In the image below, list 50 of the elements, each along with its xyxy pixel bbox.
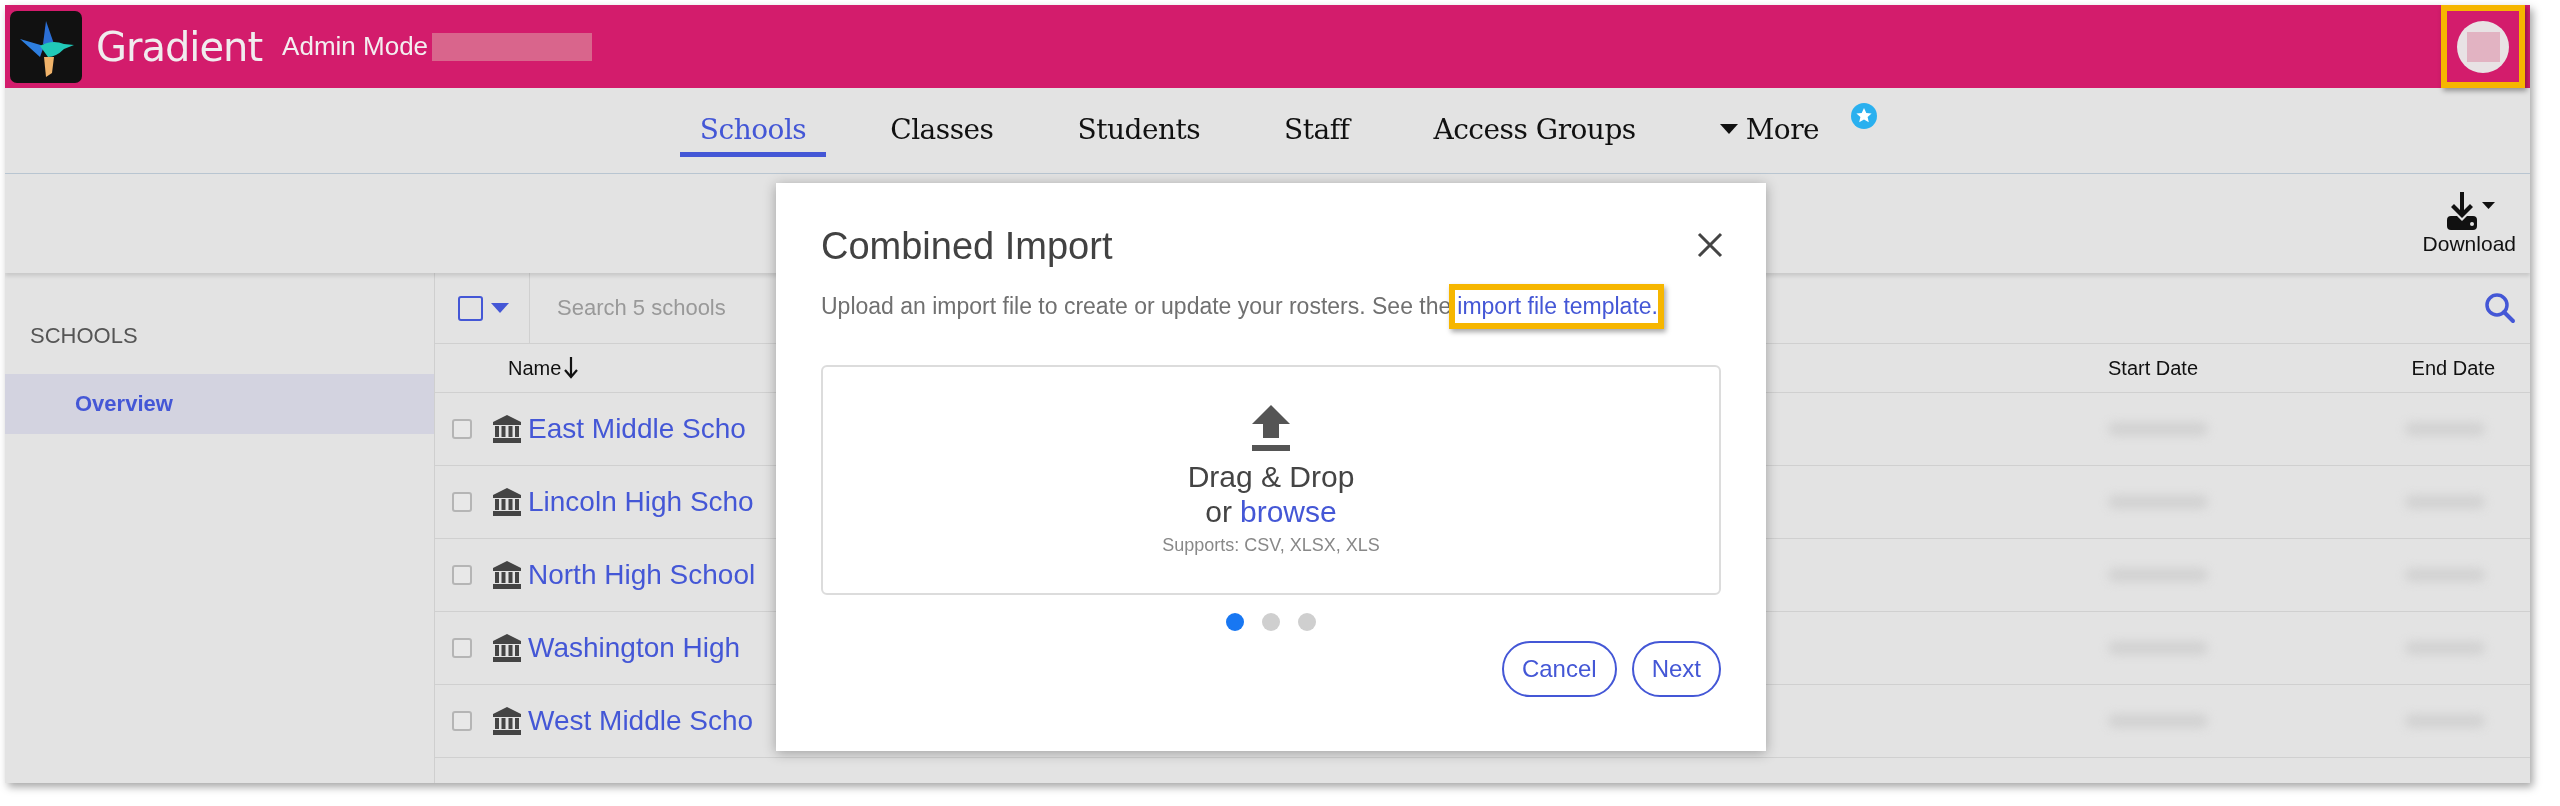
nav-tab[interactable]: Schools [679, 104, 827, 157]
cancel-button[interactable]: Cancel [1501, 641, 1617, 697]
supported-formats: Supports: CSV, XLSX, XLS [1162, 534, 1380, 556]
row-checkbox[interactable] [452, 638, 472, 658]
dialog-description: Upload an import file to create or update your rosters. See the [821, 293, 1452, 320]
download-button[interactable]: Download [2422, 191, 2516, 256]
school-link[interactable]: East Middle Scho [528, 413, 746, 445]
upload-icon [1252, 404, 1290, 451]
building-icon [492, 560, 522, 590]
close-icon [1697, 232, 1723, 258]
school-link[interactable]: West Middle Scho [528, 705, 754, 737]
next-button[interactable]: Next [1631, 641, 1721, 697]
nav-tab[interactable]: Classes [870, 104, 1014, 157]
column-header[interactable]: Name [508, 356, 562, 380]
school-link[interactable]: Washington High [528, 632, 741, 664]
mode-label: Admin Mode [282, 31, 429, 62]
nav-tab[interactable]: Students [1057, 104, 1221, 157]
row-checkbox[interactable] [452, 419, 472, 439]
drop-zone[interactable]: Drag & Drop or browse Supports: CSV, XLSX, XLS [821, 365, 1721, 595]
column-header[interactable]: End Date [2411, 356, 2495, 379]
row-checkbox[interactable] [452, 711, 472, 731]
sidebar-heading: SCHOOLS [29, 323, 139, 349]
column-header[interactable]: Start Date [2108, 356, 2199, 379]
building-icon [492, 706, 522, 736]
caret-icon [491, 303, 509, 313]
sidebar-item[interactable]: Overview [5, 374, 434, 434]
row-checkbox[interactable] [452, 565, 472, 585]
search-field[interactable]: Search 5 schools [555, 287, 759, 329]
brand-name: Gradient [96, 23, 263, 70]
search-icon[interactable] [2484, 292, 2516, 324]
or-label: or [1205, 494, 1232, 529]
sort-arrow-icon [564, 357, 579, 379]
building-icon [492, 633, 522, 663]
school-link[interactable]: North High School [528, 559, 756, 591]
dialog-title: Combined Import [821, 225, 1113, 268]
template-link[interactable]: import file template [1455, 290, 1654, 323]
star-badge-icon [1851, 102, 1878, 129]
drop-zone-title: Drag & Drop [1187, 458, 1355, 495]
select-all-checkbox[interactable] [458, 295, 483, 321]
caret-icon [1719, 124, 1738, 134]
nav-tab[interactable]: Access Groups [1413, 104, 1656, 157]
building-icon [492, 487, 522, 517]
punctuation: . [1651, 293, 1658, 320]
row-checkbox[interactable] [452, 492, 472, 512]
building-icon [492, 414, 522, 444]
browse-link[interactable]: browse [1240, 494, 1337, 529]
nav-tab[interactable]: Staff [1264, 104, 1370, 157]
school-link[interactable]: Lincoln High Scho [528, 486, 754, 518]
avatar-button[interactable] [2457, 20, 2509, 73]
more-menu-button[interactable]: More [1699, 104, 1840, 157]
